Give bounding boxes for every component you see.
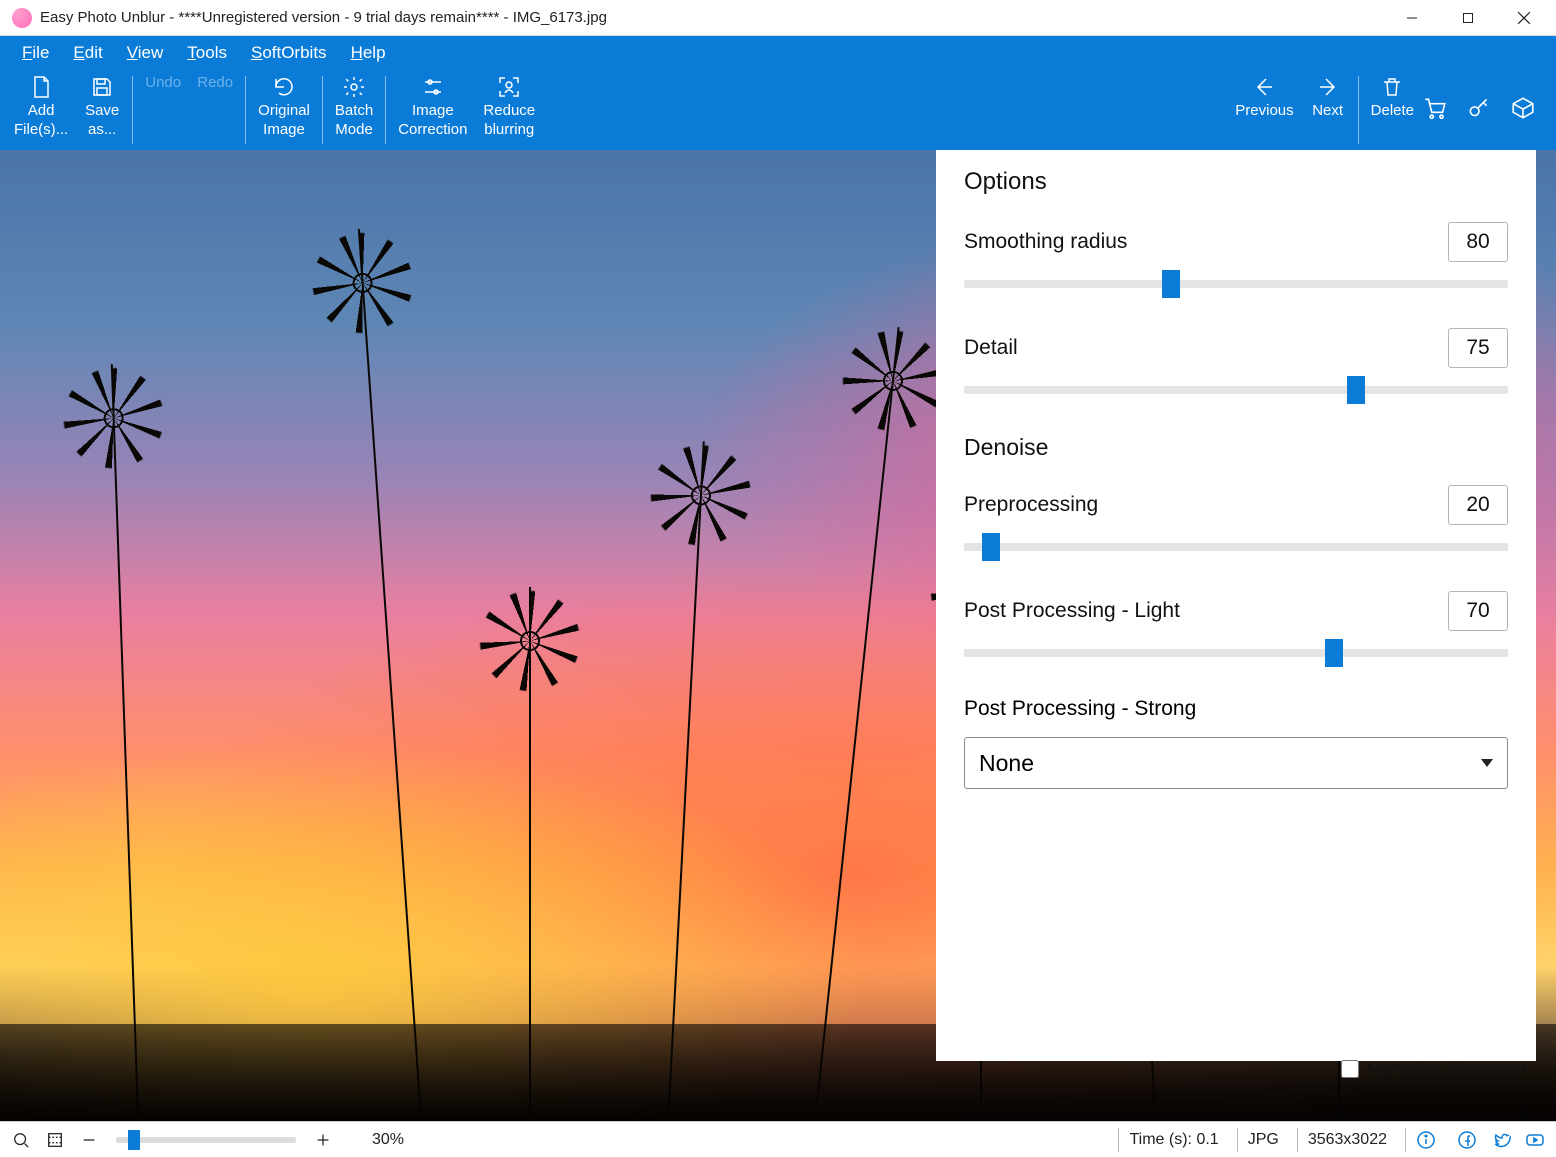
preprocessing-option: Preprocessing 20	[964, 485, 1508, 551]
workspace: Options Smoothing radius 80 Detail 75 De…	[0, 150, 1556, 1121]
chevron-down-icon	[1481, 759, 1493, 767]
revert-icon	[272, 74, 296, 100]
poststrong-value: None	[979, 750, 1034, 777]
title-bar: Easy Photo Unblur - ****Unregistered ver…	[0, 0, 1556, 36]
detail-slider[interactable]	[964, 386, 1508, 394]
poststrong-label: Post Processing - Strong	[964, 697, 1196, 720]
menu-help[interactable]: Help	[339, 39, 398, 67]
undo-button[interactable]: Undo	[137, 70, 189, 150]
smoothing-value[interactable]: 80	[1448, 222, 1508, 262]
postlight-option: Post Processing - Light 70	[964, 591, 1508, 657]
original-image-button[interactable]: Original Image	[250, 70, 318, 150]
menu-softorbits[interactable]: SoftOrbits	[239, 39, 339, 67]
status-time: Time (s): 0.1	[1118, 1128, 1228, 1152]
image-correction-button[interactable]: Image Correction	[390, 70, 475, 150]
normalize-label: Normalize Histogram	[1367, 1059, 1526, 1079]
toolbar: Add File(s)... Save as... Undo Redo Orig…	[0, 70, 1556, 150]
smoothing-label: Smoothing radius	[964, 230, 1127, 254]
maximize-button[interactable]	[1440, 0, 1496, 36]
poststrong-option: Post Processing - Strong None	[964, 697, 1508, 789]
batch-mode-button[interactable]: Batch Mode	[327, 70, 381, 150]
preprocessing-value[interactable]: 20	[1448, 485, 1508, 525]
window-title: Easy Photo Unblur - ****Unregistered ver…	[40, 9, 607, 26]
smoothing-option: Smoothing radius 80	[964, 222, 1508, 288]
focus-icon	[497, 74, 521, 100]
postlight-value[interactable]: 70	[1448, 591, 1508, 631]
preprocessing-label: Preprocessing	[964, 493, 1098, 517]
detail-value[interactable]: 75	[1448, 328, 1508, 368]
close-button[interactable]	[1496, 0, 1552, 36]
options-heading: Options	[964, 168, 1508, 196]
redo-button[interactable]: Redo	[189, 70, 241, 150]
facebook-icon[interactable]	[1454, 1127, 1480, 1153]
menu-file[interactable]: File	[10, 39, 61, 67]
postlight-slider[interactable]	[964, 649, 1508, 657]
save-as-button[interactable]: Save as...	[76, 70, 128, 150]
zoom-thumb[interactable]	[128, 1130, 140, 1150]
file-add-icon	[29, 74, 53, 100]
add-files-button[interactable]: Add File(s)...	[6, 70, 76, 150]
zoom-slider[interactable]	[116, 1137, 296, 1143]
normalize-checkbox[interactable]	[1341, 1060, 1359, 1078]
zoom-text: 30%	[372, 1131, 404, 1149]
twitter-icon[interactable]	[1488, 1127, 1514, 1153]
denoise-heading: Denoise	[964, 434, 1508, 461]
postlight-label: Post Processing - Light	[964, 599, 1180, 623]
save-icon	[90, 74, 114, 100]
zoom-in-button[interactable]	[310, 1127, 336, 1153]
poststrong-select[interactable]: None	[964, 737, 1508, 789]
status-dims: 3563x3022	[1297, 1128, 1397, 1152]
detail-label: Detail	[964, 336, 1018, 360]
package-icon[interactable]	[1510, 95, 1536, 126]
arrow-left-icon	[1252, 74, 1276, 100]
arrow-right-icon	[1316, 74, 1340, 100]
preprocessing-slider[interactable]	[964, 543, 1508, 551]
trash-icon	[1380, 74, 1404, 100]
slider-thumb[interactable]	[1325, 639, 1343, 667]
youtube-icon[interactable]	[1522, 1127, 1548, 1153]
smoothing-slider[interactable]	[964, 280, 1508, 288]
zoom-actual-button[interactable]	[8, 1127, 34, 1153]
zoom-fit-button[interactable]	[42, 1127, 68, 1153]
cart-icon[interactable]	[1422, 95, 1448, 126]
key-icon[interactable]	[1466, 95, 1492, 126]
detail-option: Detail 75	[964, 328, 1508, 394]
app-icon	[12, 8, 32, 28]
status-bar: 30% Time (s): 0.1 JPG 3563x3022	[0, 1121, 1556, 1157]
next-button[interactable]: Next	[1302, 70, 1354, 150]
menu-bar: File Edit View Tools SoftOrbits Help	[0, 36, 1556, 70]
slider-thumb[interactable]	[1347, 376, 1365, 404]
delete-button[interactable]: Delete	[1363, 70, 1422, 150]
previous-button[interactable]: Previous	[1227, 70, 1301, 150]
options-panel: Options Smoothing radius 80 Detail 75 De…	[936, 150, 1536, 1061]
menu-edit[interactable]: Edit	[61, 39, 114, 67]
menu-tools[interactable]: Tools	[175, 39, 239, 67]
sliders-icon	[421, 74, 445, 100]
info-button[interactable]	[1405, 1128, 1446, 1152]
gear-icon	[342, 74, 366, 100]
slider-thumb[interactable]	[1162, 270, 1180, 298]
slider-thumb[interactable]	[982, 533, 1000, 561]
normalize-row: Normalize Histogram	[1341, 1059, 1526, 1079]
menu-view[interactable]: View	[115, 39, 176, 67]
zoom-out-button[interactable]	[76, 1127, 102, 1153]
status-format: JPG	[1237, 1128, 1289, 1152]
minimize-button[interactable]	[1384, 0, 1440, 36]
reduce-blurring-button[interactable]: Reduce blurring	[475, 70, 543, 150]
